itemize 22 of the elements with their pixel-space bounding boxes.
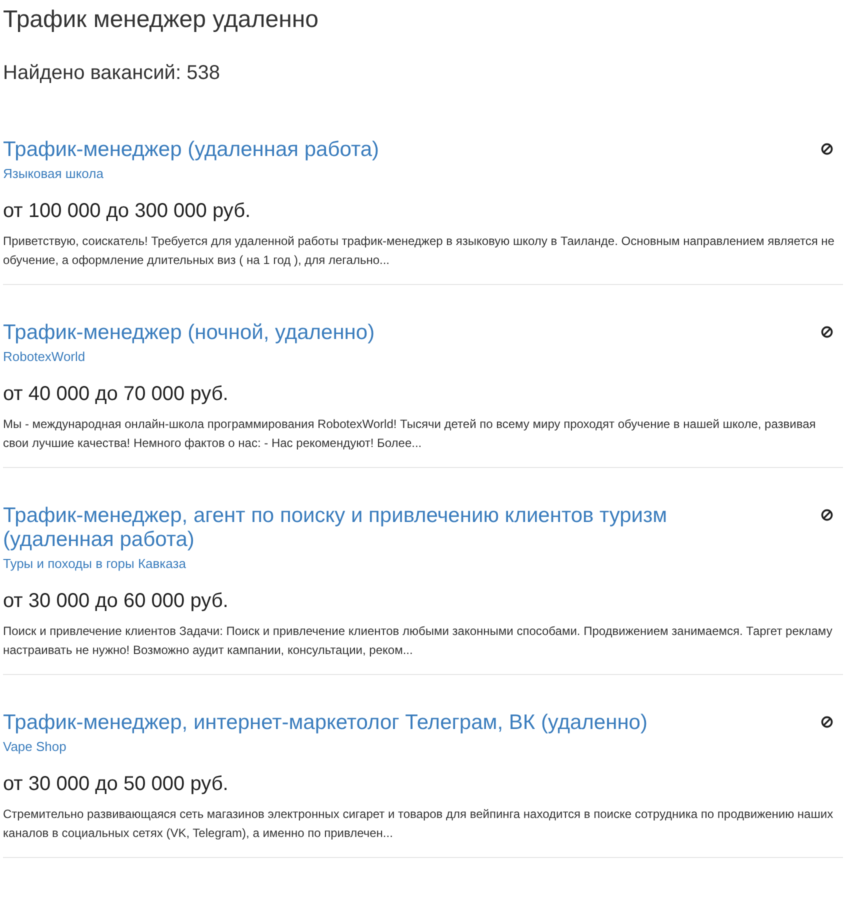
salary: от 40 000 до 70 000 руб.: [3, 382, 230, 406]
hide-icon[interactable]: [821, 716, 833, 728]
company-link[interactable]: Туры и походы в горы Кавказа: [3, 556, 186, 571]
results-count: Найдено вакансий: 538: [3, 61, 221, 85]
vacancy-title[interactable]: Трафик-менеджер (ночной, удаленно): [3, 321, 375, 345]
vacancy-description: Мы - международная онлайн-школа программирования RobotexWorld! Тысячи детей по всему миру проходят обучение в нашей школе, развивая свои лучшие качества! Немного фактов о нас: - Нас рекомендуют! Более...: [3, 416, 817, 452]
company-link[interactable]: Vape Shop: [3, 739, 66, 754]
salary: от 100 000 до 300 000 руб.: [3, 199, 252, 223]
company-link[interactable]: RobotexWorld: [3, 349, 86, 364]
vacancy-title[interactable]: Трафик-менеджер (удаленная работа): [3, 138, 380, 162]
vacancy-description: Приветствую, соискатель! Требуется для удаленной работы трафик-менеджер в языковую школу в Таиланде. Основным направлением является не обучение, а оформление длительных виз ( на 1 год ), для легально...: [3, 233, 836, 269]
salary: от 30 000 до 50 000 руб.: [3, 772, 230, 796]
salary: от 30 000 до 60 000 руб.: [3, 589, 230, 613]
page-title: Трафик менеджер удаленно: [3, 6, 320, 34]
hide-icon[interactable]: [821, 326, 833, 338]
vacancy-title[interactable]: Трафик-менеджер, интернет-маркетолог Телеграм, ВК (удаленно): [3, 711, 648, 735]
vacancy-title[interactable]: Трафик-менеджер, агент по поиску и привлечению клиентов туризм (удаленная работа): [3, 504, 703, 552]
vacancy-description: Поиск и привлечение клиентов Задачи: Поиск и привлечение клиентов любыми законными способами. Продвижением занимаемся. Таргет рекламу настраивать не нужно! Возможно аудит кампании, консультации, реком...: [3, 623, 834, 659]
hide-icon[interactable]: [821, 509, 833, 521]
company-link[interactable]: Языковая школа: [3, 166, 104, 181]
hide-icon[interactable]: [821, 143, 833, 155]
vacancy-description: Стремительно развивающаяся сеть магазинов электронных сигарет и товаров для вейпинга находится в поиске сотрудника по продвижению наших каналов в социальных сетях (VK, Telegram), а именно по привлечен...: [3, 806, 834, 842]
